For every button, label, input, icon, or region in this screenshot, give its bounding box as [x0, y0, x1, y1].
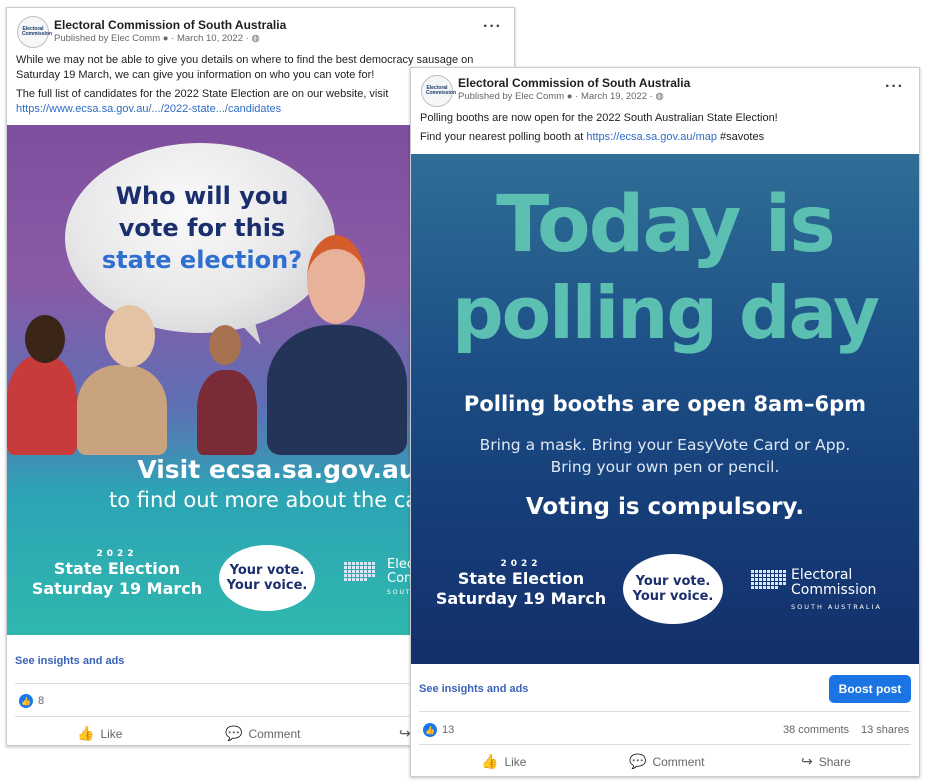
- share-button[interactable]: ↪ Share: [801, 753, 851, 770]
- bring-instructions: Bring a mask. Bring your EasyVote Card o…: [411, 434, 919, 478]
- sa-map-dots-icon: [344, 562, 375, 581]
- sa-map-dots-icon: [751, 570, 786, 589]
- likes-count: 8: [38, 695, 45, 707]
- like-label: Like: [100, 726, 123, 741]
- election-date-block: 2022 State Election Saturday 19 March: [27, 549, 207, 599]
- like-button[interactable]: 👍 Like: [77, 725, 122, 742]
- person-1-head: [25, 315, 65, 363]
- post-date[interactable]: March 10, 2022: [177, 33, 243, 44]
- page-name[interactable]: Electoral Commission of South Australia: [54, 18, 286, 32]
- candidates-link[interactable]: https://www.ecsa.sa.gov.au/.../2022-stat…: [16, 102, 473, 117]
- more-options-icon[interactable]: ···: [483, 18, 502, 36]
- person-2-head: [105, 305, 155, 367]
- post-text-line: Find your nearest polling booth at https…: [420, 130, 778, 145]
- logo-text: Electoral Commission: [22, 26, 53, 37]
- election-year: 2022: [96, 549, 138, 559]
- published-by[interactable]: Published by Elec Comm: [458, 91, 564, 102]
- thumbs-up-icon: 👍: [77, 725, 95, 741]
- boost-post-button[interactable]: Boost post: [829, 675, 911, 703]
- election-title: State Election: [457, 569, 585, 588]
- today-is-heading: Today is: [496, 180, 836, 270]
- person-4: [267, 325, 407, 455]
- logo-text: Electoral Commission: [426, 85, 457, 96]
- person-3: [197, 370, 257, 455]
- page-avatar[interactable]: Electoral Commission: [421, 75, 457, 107]
- comment-button[interactable]: 💬 Comment: [629, 753, 704, 770]
- like-label: Like: [504, 754, 527, 769]
- your-vote-bubble: Your vote. Your voice.: [219, 545, 315, 611]
- post-text: While we may not be able to give you det…: [16, 53, 473, 117]
- comment-label: Comment: [248, 726, 301, 741]
- reaction-count[interactable]: 👍 8: [19, 694, 44, 708]
- bubble-line: Your voice.: [632, 589, 714, 604]
- bring-line: Bring your own pen or pencil.: [550, 458, 780, 476]
- more-options-icon[interactable]: ···: [885, 78, 904, 96]
- post-text-line: The full list of candidates for the 2022…: [16, 88, 389, 100]
- comment-button[interactable]: 💬 Comment: [225, 725, 300, 742]
- ec-logo-line: Electoral: [791, 567, 853, 583]
- post-text-line: Saturday 19 March, we can give you infor…: [16, 69, 375, 81]
- person-2: [77, 365, 167, 455]
- bubble-line: Your vote.: [635, 574, 711, 589]
- person-4-head: [307, 235, 365, 324]
- election-date-block: 2022 State Election Saturday 19 March: [431, 559, 611, 609]
- comment-icon: 💬: [225, 725, 243, 741]
- bubble-line: Your vote.: [229, 563, 305, 578]
- question-line: Who will you: [115, 182, 289, 210]
- post-meta: Published by Elec Comm ● · March 10, 202…: [54, 33, 260, 44]
- info-icon: ●: [566, 91, 573, 102]
- divider: [419, 744, 911, 745]
- voting-compulsory: Voting is compulsory.: [525, 494, 805, 520]
- election-title: State Election: [53, 559, 181, 578]
- post-text: Polling booths are now open for the 2022…: [420, 111, 778, 145]
- comments-count[interactable]: 38 comments: [783, 724, 849, 736]
- info-icon: ●: [162, 33, 169, 44]
- post-date[interactable]: March 19, 2022: [581, 91, 647, 102]
- like-badge-icon: 👍: [19, 694, 33, 708]
- ec-logo-line: SOUTH AUSTRALIA: [791, 603, 882, 611]
- map-link[interactable]: https://ecsa.sa.gov.au/map: [586, 131, 717, 143]
- post-text-line: While we may not be able to give you det…: [16, 54, 474, 66]
- hashtag[interactable]: #savotes: [720, 131, 764, 143]
- post-image[interactable]: Today is polling day Polling booths are …: [411, 154, 919, 664]
- bubble-line: Your voice.: [226, 578, 308, 593]
- like-button[interactable]: 👍 Like: [481, 753, 526, 770]
- election-date: Saturday 19 March: [435, 589, 607, 608]
- globe-icon: ◍: [655, 91, 664, 102]
- page-name[interactable]: Electoral Commission of South Australia: [458, 76, 690, 90]
- post-meta: Published by Elec Comm ● · March 19, 202…: [458, 91, 664, 102]
- polling-day-heading: polling day: [452, 271, 880, 355]
- published-by[interactable]: Published by Elec Comm: [54, 33, 160, 44]
- like-badge-icon: 👍: [423, 723, 437, 737]
- share-icon: ↪: [399, 725, 411, 741]
- question-line: vote for this: [118, 214, 286, 242]
- page-avatar[interactable]: Electoral Commission: [17, 16, 53, 48]
- comment-icon: 💬: [629, 753, 647, 769]
- person-1: [7, 355, 77, 455]
- question-heading: Who will you vote for this state electio…: [77, 180, 327, 276]
- ec-logo-text: Electoral Commission SOUTH AUSTRALIA: [791, 568, 882, 615]
- divider: [419, 711, 911, 712]
- shares-count[interactable]: 13 shares: [861, 724, 909, 736]
- see-insights-link[interactable]: See insights and ads: [419, 683, 528, 695]
- share-icon: ↪: [801, 753, 813, 769]
- person-3-head: [209, 325, 241, 365]
- your-vote-bubble: Your vote. Your voice.: [623, 554, 723, 624]
- opening-hours: Polling booths are open 8am–6pm: [463, 392, 867, 416]
- election-year: 2022: [500, 559, 542, 569]
- reaction-count[interactable]: 👍 13: [423, 723, 454, 737]
- see-insights-link[interactable]: See insights and ads: [15, 655, 124, 667]
- post-card-2: Electoral Commission Electoral Commissio…: [410, 67, 920, 777]
- question-line: state election?: [101, 246, 303, 274]
- thumbs-up-icon: 👍: [481, 753, 499, 769]
- ec-logo-line: Commission: [791, 582, 877, 598]
- comment-label: Comment: [652, 754, 705, 769]
- post-text-line: Polling booths are now open for the 2022…: [420, 112, 778, 124]
- likes-count: 13: [442, 724, 455, 736]
- election-date: Saturday 19 March: [31, 579, 203, 598]
- share-label: Share: [818, 754, 851, 769]
- bring-line: Bring a mask. Bring your EasyVote Card o…: [479, 436, 851, 454]
- globe-icon: ◍: [251, 33, 260, 44]
- text-prefix: Find your nearest polling booth at: [420, 131, 587, 143]
